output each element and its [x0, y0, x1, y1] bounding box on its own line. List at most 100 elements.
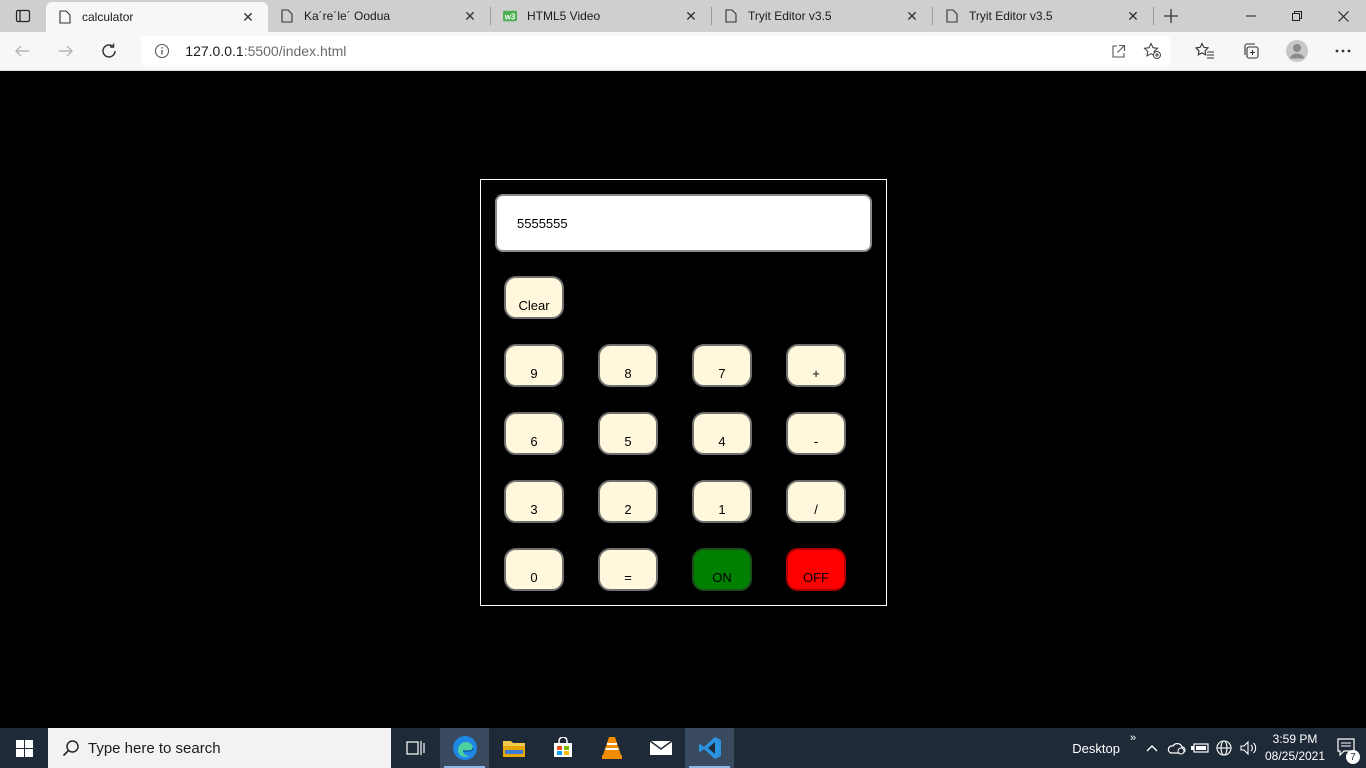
tab-kareleoodua[interactable]: Ka´re´le´ Oodua ✕: [268, 0, 490, 32]
back-arrow-icon: [14, 45, 29, 57]
forward-button[interactable]: [44, 33, 88, 69]
tab-title: Tryit Editor v3.5: [748, 9, 832, 23]
taskbar: Type here to search Desktop » 3:59 PM 08…: [0, 728, 1366, 768]
avatar: [1285, 40, 1308, 62]
key-plus[interactable]: +: [786, 344, 846, 387]
edge-taskbar-button[interactable]: [440, 728, 489, 768]
tab-actions-button[interactable]: [0, 0, 46, 32]
tab-html5-video[interactable]: w3 HTML5 Video ✕: [491, 0, 711, 32]
add-favorite-icon[interactable]: [1136, 36, 1170, 66]
clock-time: 3:59 PM: [1272, 732, 1318, 746]
notification-badge: 7: [1346, 750, 1360, 764]
url-path: :5500/index.html: [243, 43, 347, 59]
url-text: 127.0.0.1:5500/index.html: [185, 43, 1102, 59]
key-2[interactable]: 2: [598, 480, 658, 523]
system-tray: Desktop » 3:59 PM 08/25/2021 7: [1072, 728, 1366, 768]
search-placeholder: Type here to search: [88, 739, 221, 757]
profile-button[interactable]: [1274, 33, 1320, 69]
key-divide[interactable]: /: [786, 480, 846, 523]
vlc-button[interactable]: [587, 728, 636, 768]
plus-icon: [1164, 9, 1178, 23]
close-icon[interactable]: ✕: [904, 8, 920, 24]
favorites-button[interactable]: [1182, 33, 1228, 69]
key-9[interactable]: 9: [504, 344, 564, 387]
calculator-display[interactable]: 5555555: [495, 194, 872, 252]
tab-strip: calculator ✕ Ka´re´le´ Oodua ✕ w3 HTML5 …: [0, 0, 1366, 32]
navigation-bar: 127.0.0.1:5500/index.html: [0, 32, 1366, 71]
forward-arrow-icon: [58, 45, 73, 57]
store-button[interactable]: [538, 728, 587, 768]
collections-button[interactable]: [1228, 33, 1274, 69]
key-equals[interactable]: =: [598, 548, 658, 591]
volume-icon[interactable]: [1236, 728, 1260, 768]
info-icon[interactable]: [153, 42, 171, 60]
task-view-icon: [405, 741, 425, 755]
close-window-button[interactable]: [1320, 0, 1366, 32]
task-view-button[interactable]: [391, 728, 440, 768]
restore-button[interactable]: [1274, 0, 1320, 32]
key-1[interactable]: 1: [692, 480, 752, 523]
search-icon: [60, 737, 82, 759]
tab-calculator[interactable]: calculator ✕: [46, 2, 268, 32]
off-button[interactable]: OFF: [786, 548, 846, 591]
battery-icon[interactable]: [1188, 728, 1212, 768]
restore-icon: [1292, 11, 1302, 21]
minimize-icon: [1246, 15, 1256, 17]
key-3[interactable]: 3: [504, 480, 564, 523]
back-button[interactable]: [0, 33, 44, 69]
open-in-app-icon[interactable]: [1102, 36, 1136, 66]
refresh-icon: [102, 43, 117, 58]
svg-text:w3: w3: [504, 13, 516, 22]
close-icon[interactable]: ✕: [683, 8, 699, 24]
key-8[interactable]: 8: [598, 344, 658, 387]
file-explorer-button[interactable]: [489, 728, 538, 768]
tab-title: Ka´re´le´ Oodua: [304, 9, 391, 23]
key-minus[interactable]: -: [786, 412, 846, 455]
page-icon: [58, 9, 72, 25]
key-5[interactable]: 5: [598, 412, 658, 455]
chevron-up-icon[interactable]: [1140, 728, 1164, 768]
w3schools-icon: w3: [503, 8, 517, 24]
settings-menu-button[interactable]: [1320, 33, 1366, 69]
mail-icon: [649, 740, 672, 755]
more-icon: [1335, 49, 1351, 53]
close-icon[interactable]: ✕: [462, 8, 478, 24]
tab-tryit-editor-1[interactable]: Tryit Editor v3.5 ✕: [712, 0, 932, 32]
page-icon: [724, 8, 738, 24]
desktop-toolbar-label[interactable]: Desktop: [1072, 741, 1120, 756]
clear-button[interactable]: Clear: [504, 276, 564, 319]
page-icon: [945, 8, 959, 24]
toolbar: [1182, 33, 1366, 69]
network-globe-icon[interactable]: [1212, 728, 1236, 768]
close-icon: [1337, 10, 1349, 22]
store-icon: [553, 737, 572, 757]
refresh-button[interactable]: [88, 33, 132, 69]
key-6[interactable]: 6: [504, 412, 564, 455]
collections-icon: [1244, 43, 1259, 59]
notifications-button[interactable]: 7: [1330, 728, 1366, 768]
key-7[interactable]: 7: [692, 344, 752, 387]
chevron-double-right-icon[interactable]: »: [1126, 728, 1140, 768]
page-icon: [280, 8, 294, 24]
tab-title: HTML5 Video: [527, 9, 601, 23]
vlc-icon: [601, 737, 622, 759]
start-button[interactable]: [0, 728, 48, 768]
mail-button[interactable]: [636, 728, 685, 768]
close-icon[interactable]: ✕: [240, 9, 256, 25]
taskbar-search[interactable]: Type here to search: [48, 728, 391, 768]
page-content: 5555555 Clear 9 8 7 + 6 5 4 - 3 2 1 / 0 …: [0, 71, 1366, 728]
onedrive-icon[interactable]: [1164, 728, 1188, 768]
on-button[interactable]: ON: [692, 548, 752, 591]
clock[interactable]: 3:59 PM 08/25/2021: [1260, 731, 1330, 765]
tab-tryit-editor-2[interactable]: Tryit Editor v3.5 ✕: [933, 0, 1153, 32]
key-4[interactable]: 4: [692, 412, 752, 455]
key-0[interactable]: 0: [504, 548, 564, 591]
favorites-icon: [1194, 42, 1214, 59]
new-tab-button[interactable]: [1154, 0, 1188, 32]
folder-icon: [502, 741, 525, 757]
minimize-button[interactable]: [1228, 0, 1274, 32]
address-bar[interactable]: 127.0.0.1:5500/index.html: [141, 36, 1170, 66]
calculator: 5555555 Clear 9 8 7 + 6 5 4 - 3 2 1 / 0 …: [480, 179, 887, 606]
vscode-button[interactable]: [685, 728, 734, 768]
close-icon[interactable]: ✕: [1125, 8, 1141, 24]
